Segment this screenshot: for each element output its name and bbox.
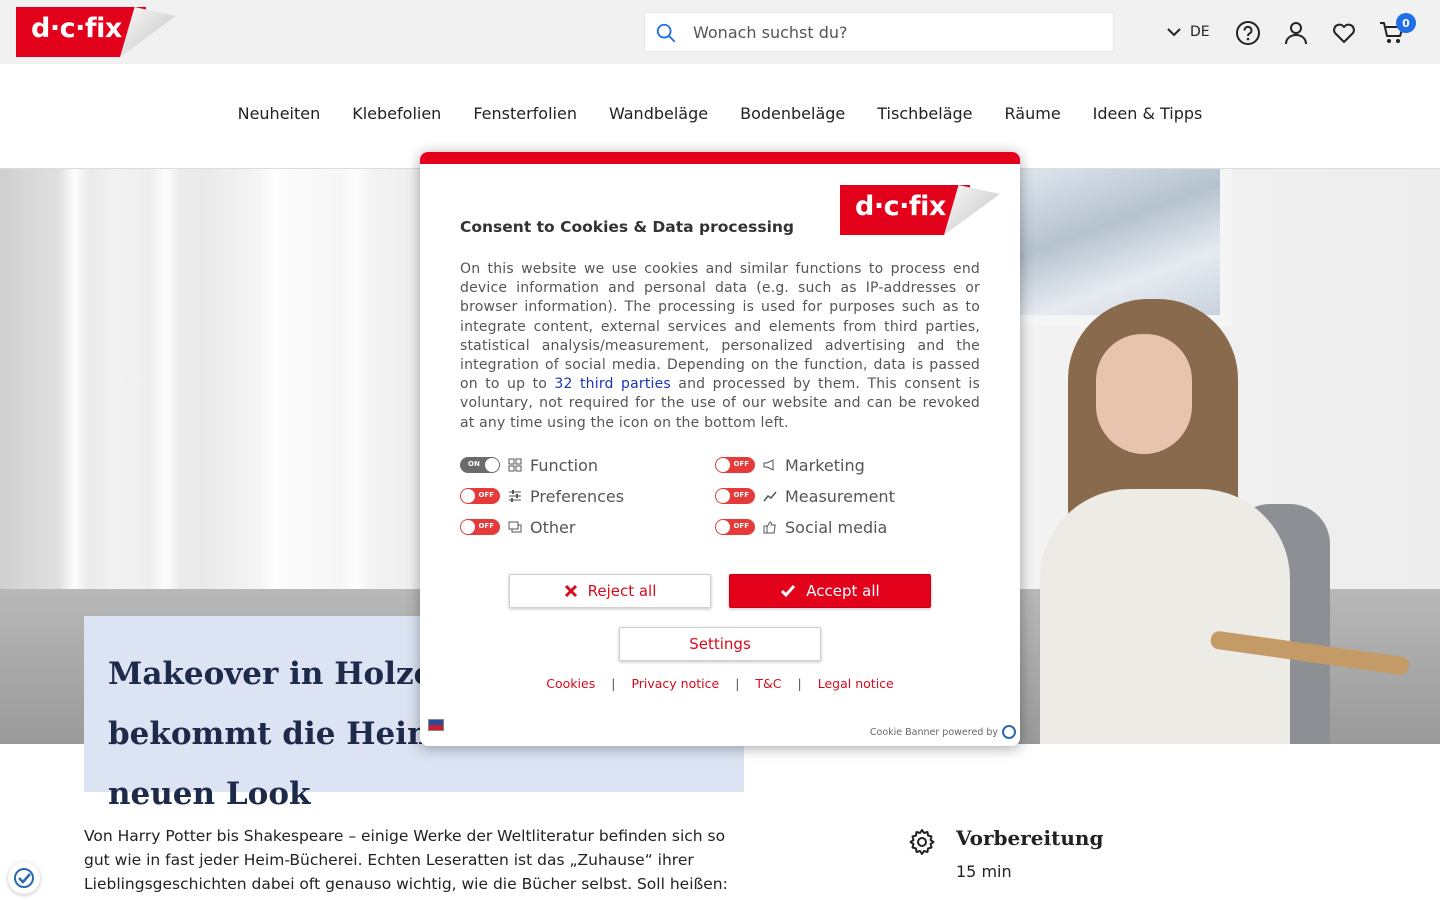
cookie-consent-dialog: Consent to Cookies & Data processing d·c… (420, 152, 1020, 746)
article-intro: Von Harry Potter bis Shakespeare – einig… (84, 827, 728, 900)
link-separator: | (735, 676, 740, 691)
function-toggle[interactable]: ON (460, 457, 500, 473)
person-face (1096, 334, 1192, 454)
toggle-knob (716, 489, 730, 503)
description-text-1: On this website we use cookies and simil… (460, 261, 980, 393)
toggle-state: OFF (733, 491, 749, 499)
checkmark-icon (781, 585, 796, 598)
chevron-down-icon (1167, 28, 1181, 37)
language-selector[interactable]: DE (1166, 20, 1210, 44)
preferences-toggle[interactable]: OFF (460, 488, 500, 504)
dialog-description: On this website we use cookies and simil… (460, 260, 980, 433)
wishlist-heart-icon[interactable] (1331, 20, 1357, 46)
toggle-knob (716, 458, 730, 472)
toggle-knob (485, 458, 499, 472)
thumbs-up-icon (763, 521, 776, 534)
curtain-fold (150, 169, 180, 599)
search-icon[interactable] (655, 22, 677, 44)
account-icon[interactable] (1283, 20, 1309, 46)
sliders-icon (509, 490, 521, 502)
settings-label: Settings (689, 635, 751, 653)
dialog-top-bar (420, 152, 1020, 164)
search-input[interactable] (693, 19, 1093, 45)
toggle-knob (461, 489, 475, 503)
toggle-knob (716, 520, 730, 534)
toggle-state: ON (468, 460, 480, 468)
chart-line-icon (763, 491, 777, 502)
other-label: Other (530, 517, 576, 537)
language-label: DE (1190, 24, 1210, 40)
option-measurement: OFF Measurement (715, 485, 895, 507)
other-toggle[interactable]: OFF (460, 519, 500, 535)
close-icon (564, 584, 577, 598)
reject-all-label: Reject all (587, 582, 657, 600)
option-function: ON Function (460, 454, 598, 476)
chat-icon (508, 521, 522, 533)
nav-item-neuheiten[interactable]: Neuheiten (238, 104, 321, 123)
terms-link[interactable]: T&C (755, 676, 781, 691)
nav-item-wandbelaege[interactable]: Wandbeläge (609, 104, 708, 123)
language-flag-icon[interactable] (428, 719, 444, 731)
logo-text: d·c·fix (855, 191, 946, 222)
reject-all-button[interactable]: Reject all (509, 574, 711, 608)
nav-item-bodenbelaege[interactable]: Bodenbeläge (740, 104, 845, 123)
toggle-state: OFF (478, 491, 494, 499)
nav-item-ideen-tipps[interactable]: Ideen & Tipps (1093, 104, 1203, 123)
preparation-time: 15 min (956, 862, 1012, 881)
option-marketing: OFF Marketing (715, 454, 865, 476)
link-separator: | (797, 676, 802, 691)
help-icon[interactable] (1235, 20, 1261, 46)
header-bar: d·c·fix DE 0 (0, 0, 1440, 64)
nav-item-klebefolien[interactable]: Klebefolien (352, 104, 441, 123)
settings-button[interactable]: Settings (619, 627, 821, 661)
provider-logo-icon[interactable] (1002, 725, 1016, 739)
dialog-title: Consent to Cookies & Data processing (460, 218, 795, 236)
powered-by-text: Cookie Banner powered by (869, 727, 998, 738)
preparation-label: Vorbereitung (956, 826, 1104, 850)
option-other: OFF Other (460, 516, 575, 538)
person-sweater (1040, 489, 1290, 744)
social-media-toggle[interactable]: OFF (715, 519, 755, 535)
curtain-fold (260, 169, 290, 599)
nav-item-fensterfolien[interactable]: Fensterfolien (473, 104, 577, 123)
toggle-state: OFF (733, 522, 749, 530)
legal-notice-link[interactable]: Legal notice (818, 676, 894, 691)
social-media-label: Social media (785, 517, 888, 537)
function-grid-icon (508, 458, 522, 472)
site-logo[interactable]: d·c·fix (16, 7, 176, 57)
link-separator: | (611, 676, 616, 691)
marketing-label: Marketing (785, 455, 865, 475)
marketing-toggle[interactable]: OFF (715, 457, 755, 473)
measurement-label: Measurement (785, 486, 895, 506)
function-label: Function (530, 455, 599, 475)
option-social-media: OFF Social media (715, 516, 887, 538)
logo-text: d·c·fix (31, 13, 122, 44)
dialog-footer-links: Cookies | Privacy notice | T&C | Legal n… (420, 676, 1020, 691)
nav-item-raeume[interactable]: Räume (1005, 104, 1061, 123)
toggle-state: OFF (478, 522, 494, 530)
dialog-logo: d·c·fix (840, 185, 1000, 235)
cart-count-badge: 0 (1396, 13, 1416, 33)
third-parties-link[interactable]: 32 third parties (554, 376, 671, 392)
measurement-toggle[interactable]: OFF (715, 488, 755, 504)
toggle-knob (461, 520, 475, 534)
preferences-label: Preferences (530, 486, 625, 506)
curtain-fold (60, 169, 90, 599)
toggle-state: OFF (733, 460, 749, 468)
accept-all-label: Accept all (806, 582, 880, 600)
cookies-link[interactable]: Cookies (546, 676, 595, 691)
gear-icon (909, 829, 935, 855)
cookie-settings-button[interactable] (8, 862, 40, 894)
accept-all-button[interactable]: Accept all (729, 574, 931, 608)
privacy-notice-link[interactable]: Privacy notice (631, 676, 719, 691)
search-box[interactable] (644, 12, 1114, 52)
curtain-fold (340, 169, 370, 599)
option-preferences: OFF Preferences (460, 485, 624, 507)
nav-item-tischbelaege[interactable]: Tischbeläge (877, 104, 972, 123)
consent-check-icon (14, 868, 34, 888)
megaphone-icon (763, 459, 774, 471)
